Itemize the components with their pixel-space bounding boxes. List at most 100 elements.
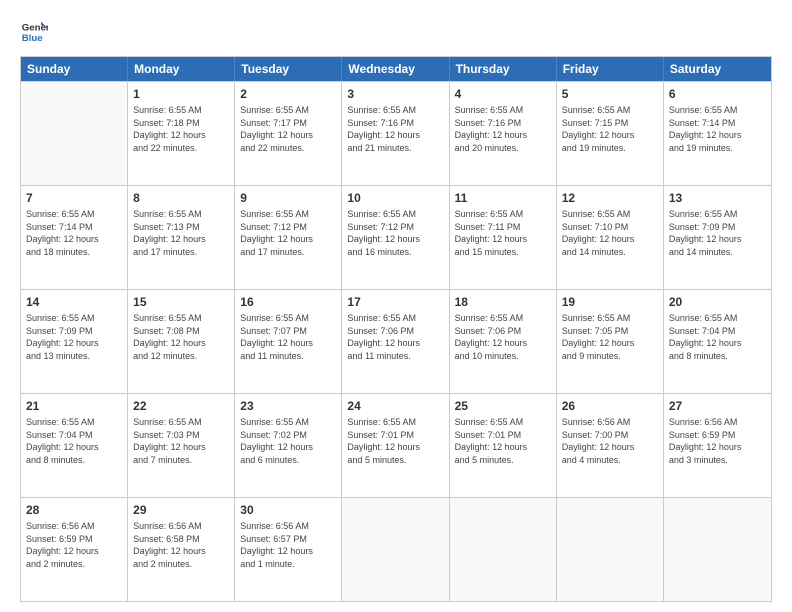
page: General Blue SundayMondayTuesdayWednesda… bbox=[0, 0, 792, 612]
day-info: Sunrise: 6:55 AM Sunset: 7:02 PM Dayligh… bbox=[240, 416, 336, 466]
day-number: 17 bbox=[347, 294, 443, 310]
day-number: 3 bbox=[347, 86, 443, 102]
day-number: 25 bbox=[455, 398, 551, 414]
calendar-cell-16: 16 Sunrise: 6:55 AM Sunset: 7:07 PM Dayli… bbox=[235, 290, 342, 393]
day-number: 4 bbox=[455, 86, 551, 102]
day-info: Sunrise: 6:55 AM Sunset: 7:15 PM Dayligh… bbox=[562, 104, 658, 154]
day-info: Sunrise: 6:55 AM Sunset: 7:12 PM Dayligh… bbox=[240, 208, 336, 258]
day-info: Sunrise: 6:55 AM Sunset: 7:12 PM Dayligh… bbox=[347, 208, 443, 258]
day-info: Sunrise: 6:55 AM Sunset: 7:09 PM Dayligh… bbox=[669, 208, 766, 258]
day-number: 6 bbox=[669, 86, 766, 102]
calendar-cell-5: 5 Sunrise: 6:55 AM Sunset: 7:15 PM Daylig… bbox=[557, 82, 664, 185]
day-number: 19 bbox=[562, 294, 658, 310]
calendar-cell-26: 26Sunrise: 6:56 AM Sunset: 7:00 PM Dayli… bbox=[557, 394, 664, 497]
day-info: Sunrise: 6:55 AM Sunset: 7:01 PM Dayligh… bbox=[347, 416, 443, 466]
calendar-cell-14: 14 Sunrise: 6:55 AM Sunset: 7:09 PM Dayli… bbox=[21, 290, 128, 393]
day-info: Sunrise: 6:55 AM Sunset: 7:07 PM Dayligh… bbox=[240, 312, 336, 362]
calendar-cell-1: 1 Sunrise: 6:55 AM Sunset: 7:18 PM Daylig… bbox=[128, 82, 235, 185]
day-info: Sunrise: 6:55 AM Sunset: 7:14 PM Dayligh… bbox=[669, 104, 766, 154]
day-info: Sunrise: 6:56 AM Sunset: 6:59 PM Dayligh… bbox=[26, 520, 122, 570]
calendar-cell-18: 18 Sunrise: 6:55 AM Sunset: 7:06 PM Dayli… bbox=[450, 290, 557, 393]
calendar-row-1: 1 Sunrise: 6:55 AM Sunset: 7:18 PM Daylig… bbox=[21, 81, 771, 185]
header-day-wednesday: Wednesday bbox=[342, 57, 449, 81]
calendar-cell-4: 4 Sunrise: 6:55 AM Sunset: 7:16 PM Daylig… bbox=[450, 82, 557, 185]
day-info: Sunrise: 6:56 AM Sunset: 6:57 PM Dayligh… bbox=[240, 520, 336, 570]
calendar-cell-23: 23 Sunrise: 6:55 AM Sunset: 7:02 PM Dayli… bbox=[235, 394, 342, 497]
calendar-cell-15: 15Sunrise: 6:55 AM Sunset: 7:08 PM Dayli… bbox=[128, 290, 235, 393]
day-info: Sunrise: 6:55 AM Sunset: 7:16 PM Dayligh… bbox=[455, 104, 551, 154]
calendar-cell-21: 21Sunrise: 6:55 AM Sunset: 7:04 PM Dayli… bbox=[21, 394, 128, 497]
calendar-cell-8: 8 Sunrise: 6:55 AM Sunset: 7:13 PM Daylig… bbox=[128, 186, 235, 289]
calendar-row-5: 28Sunrise: 6:56 AM Sunset: 6:59 PM Dayli… bbox=[21, 497, 771, 601]
calendar-cell-27: 27 Sunrise: 6:56 AM Sunset: 6:59 PM Dayli… bbox=[664, 394, 771, 497]
day-info: Sunrise: 6:55 AM Sunset: 7:06 PM Dayligh… bbox=[347, 312, 443, 362]
day-info: Sunrise: 6:55 AM Sunset: 7:04 PM Dayligh… bbox=[669, 312, 766, 362]
day-info: Sunrise: 6:56 AM Sunset: 6:59 PM Dayligh… bbox=[669, 416, 766, 466]
day-info: Sunrise: 6:55 AM Sunset: 7:18 PM Dayligh… bbox=[133, 104, 229, 154]
day-info: Sunrise: 6:55 AM Sunset: 7:11 PM Dayligh… bbox=[455, 208, 551, 258]
calendar-cell-11: 11 Sunrise: 6:55 AM Sunset: 7:11 PM Dayli… bbox=[450, 186, 557, 289]
day-number: 1 bbox=[133, 86, 229, 102]
calendar-cell-25: 25Sunrise: 6:55 AM Sunset: 7:01 PM Dayli… bbox=[450, 394, 557, 497]
day-number: 27 bbox=[669, 398, 766, 414]
calendar-cell-10: 10 Sunrise: 6:55 AM Sunset: 7:12 PM Dayli… bbox=[342, 186, 449, 289]
calendar-row-4: 21Sunrise: 6:55 AM Sunset: 7:04 PM Dayli… bbox=[21, 393, 771, 497]
calendar-cell-7: 7 Sunrise: 6:55 AM Sunset: 7:14 PM Daylig… bbox=[21, 186, 128, 289]
day-number: 22 bbox=[133, 398, 229, 414]
day-info: Sunrise: 6:55 AM Sunset: 7:17 PM Dayligh… bbox=[240, 104, 336, 154]
logo: General Blue bbox=[20, 18, 52, 46]
calendar-cell-13: 13Sunrise: 6:55 AM Sunset: 7:09 PM Dayli… bbox=[664, 186, 771, 289]
calendar-cell-29: 29Sunrise: 6:56 AM Sunset: 6:58 PM Dayli… bbox=[128, 498, 235, 601]
svg-text:Blue: Blue bbox=[22, 33, 43, 44]
calendar-cell-empty-4-4 bbox=[450, 498, 557, 601]
header-day-tuesday: Tuesday bbox=[235, 57, 342, 81]
header-day-monday: Monday bbox=[128, 57, 235, 81]
day-number: 7 bbox=[26, 190, 122, 206]
day-info: Sunrise: 6:55 AM Sunset: 7:09 PM Dayligh… bbox=[26, 312, 122, 362]
day-number: 23 bbox=[240, 398, 336, 414]
calendar-cell-empty-0-0 bbox=[21, 82, 128, 185]
day-number: 8 bbox=[133, 190, 229, 206]
day-number: 10 bbox=[347, 190, 443, 206]
calendar-row-2: 7 Sunrise: 6:55 AM Sunset: 7:14 PM Daylig… bbox=[21, 185, 771, 289]
calendar: SundayMondayTuesdayWednesdayThursdayFrid… bbox=[20, 56, 772, 602]
day-number: 20 bbox=[669, 294, 766, 310]
day-info: Sunrise: 6:56 AM Sunset: 7:00 PM Dayligh… bbox=[562, 416, 658, 466]
header-day-thursday: Thursday bbox=[450, 57, 557, 81]
header-day-friday: Friday bbox=[557, 57, 664, 81]
calendar-cell-empty-4-3 bbox=[342, 498, 449, 601]
header-day-sunday: Sunday bbox=[21, 57, 128, 81]
calendar-cell-empty-4-5 bbox=[557, 498, 664, 601]
calendar-cell-20: 20 Sunrise: 6:55 AM Sunset: 7:04 PM Dayli… bbox=[664, 290, 771, 393]
day-info: Sunrise: 6:55 AM Sunset: 7:03 PM Dayligh… bbox=[133, 416, 229, 466]
day-number: 30 bbox=[240, 502, 336, 518]
svg-text:General: General bbox=[22, 22, 48, 33]
calendar-row-3: 14 Sunrise: 6:55 AM Sunset: 7:09 PM Dayli… bbox=[21, 289, 771, 393]
calendar-cell-2: 2 Sunrise: 6:55 AM Sunset: 7:17 PM Daylig… bbox=[235, 82, 342, 185]
day-info: Sunrise: 6:55 AM Sunset: 7:06 PM Dayligh… bbox=[455, 312, 551, 362]
day-number: 15 bbox=[133, 294, 229, 310]
day-number: 14 bbox=[26, 294, 122, 310]
day-number: 5 bbox=[562, 86, 658, 102]
calendar-cell-28: 28Sunrise: 6:56 AM Sunset: 6:59 PM Dayli… bbox=[21, 498, 128, 601]
day-info: Sunrise: 6:56 AM Sunset: 6:58 PM Dayligh… bbox=[133, 520, 229, 570]
day-number: 11 bbox=[455, 190, 551, 206]
day-number: 16 bbox=[240, 294, 336, 310]
header: General Blue bbox=[20, 18, 772, 46]
day-number: 18 bbox=[455, 294, 551, 310]
day-info: Sunrise: 6:55 AM Sunset: 7:13 PM Dayligh… bbox=[133, 208, 229, 258]
calendar-cell-6: 6 Sunrise: 6:55 AM Sunset: 7:14 PM Daylig… bbox=[664, 82, 771, 185]
calendar-cell-30: 30 Sunrise: 6:56 AM Sunset: 6:57 PM Dayli… bbox=[235, 498, 342, 601]
calendar-cell-24: 24 Sunrise: 6:55 AM Sunset: 7:01 PM Dayli… bbox=[342, 394, 449, 497]
calendar-cell-19: 19 Sunrise: 6:55 AM Sunset: 7:05 PM Dayli… bbox=[557, 290, 664, 393]
day-info: Sunrise: 6:55 AM Sunset: 7:05 PM Dayligh… bbox=[562, 312, 658, 362]
day-number: 2 bbox=[240, 86, 336, 102]
day-number: 12 bbox=[562, 190, 658, 206]
day-info: Sunrise: 6:55 AM Sunset: 7:14 PM Dayligh… bbox=[26, 208, 122, 258]
day-number: 21 bbox=[26, 398, 122, 414]
header-day-saturday: Saturday bbox=[664, 57, 771, 81]
calendar-cell-22: 22 Sunrise: 6:55 AM Sunset: 7:03 PM Dayli… bbox=[128, 394, 235, 497]
calendar-cell-empty-4-6 bbox=[664, 498, 771, 601]
calendar-cell-12: 12Sunrise: 6:55 AM Sunset: 7:10 PM Dayli… bbox=[557, 186, 664, 289]
day-number: 24 bbox=[347, 398, 443, 414]
